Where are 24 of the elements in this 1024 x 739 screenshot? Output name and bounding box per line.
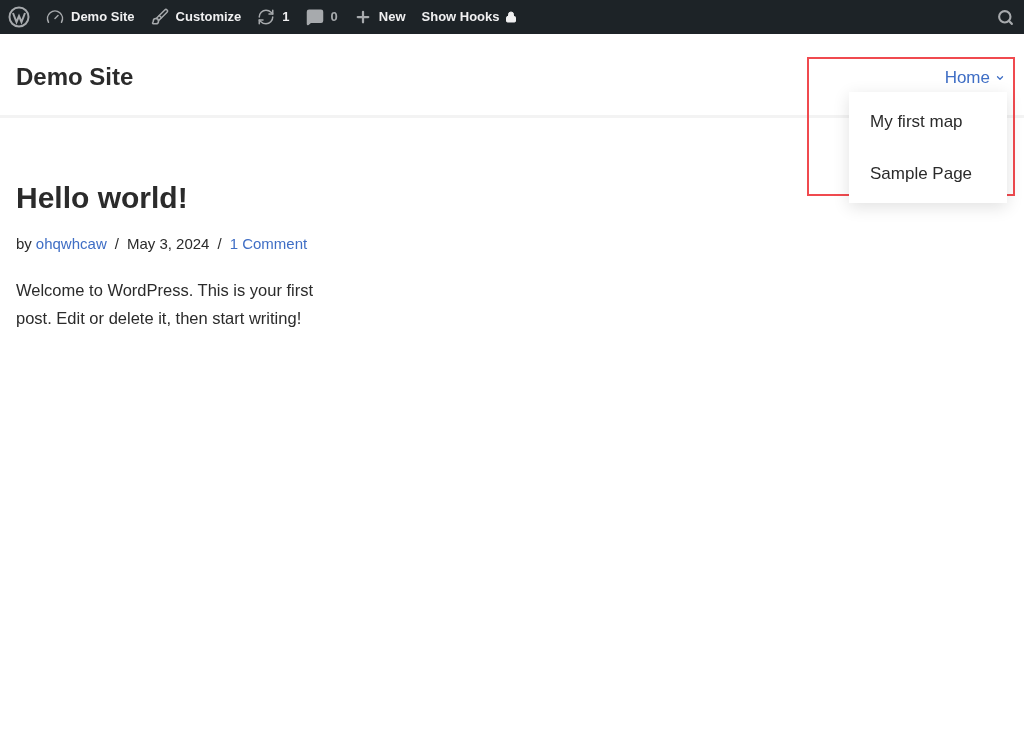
comments-link[interactable]: 1 Comment (229, 233, 308, 256)
separator: / (114, 234, 119, 254)
admin-bar-link[interactable]: Show Hooks (421, 7, 500, 27)
post-date: May 3, 2024 (126, 234, 210, 254)
admin-bar-link[interactable]: 0 (330, 7, 338, 27)
dropdown-item[interactable]: My first map (849, 96, 1007, 148)
brush-icon (150, 8, 169, 26)
site-title[interactable]: Demo Site (16, 59, 134, 95)
byline-label: by (16, 234, 32, 254)
admin-bar-link[interactable]: Demo Site (71, 7, 135, 27)
dashboard-icon (46, 8, 64, 26)
search-icon[interactable] (997, 8, 1014, 26)
refresh-icon (257, 8, 276, 26)
separator: / (217, 234, 222, 254)
comment-icon (305, 8, 324, 26)
dropdown-item[interactable]: Sample Page (849, 147, 1007, 199)
lock-icon (504, 11, 517, 23)
author-link[interactable]: ohqwhcaw (35, 233, 107, 256)
admin-bar-link[interactable]: 1 (282, 7, 290, 27)
nav-link[interactable]: Home (944, 65, 1005, 91)
post-excerpt: Welcome to WordPress. This is your first post. Edit or delete it, then start writing! (16, 279, 315, 329)
wordpress-logo-icon[interactable] (8, 6, 30, 28)
admin-bar-link[interactable]: New (378, 7, 406, 27)
admin-bar-link[interactable]: Customize (175, 7, 242, 27)
